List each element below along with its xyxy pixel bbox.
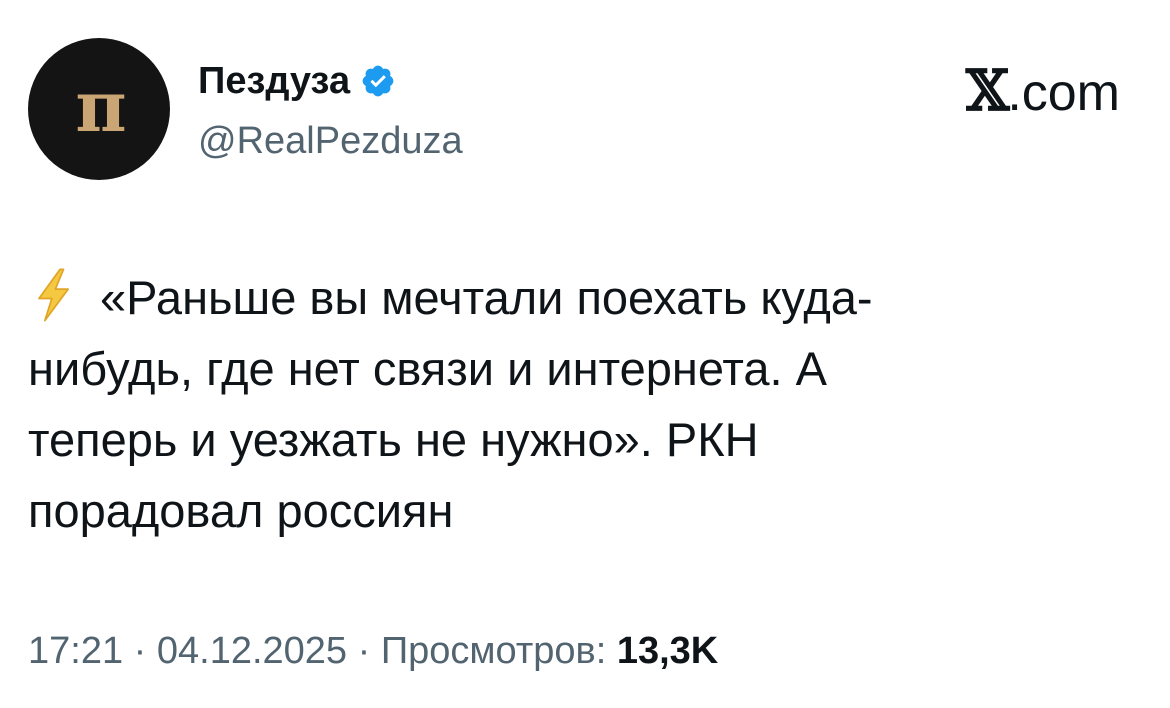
views-count: 13,3K	[616, 630, 719, 672]
avatar-logo: п	[75, 65, 126, 148]
tweet-line-3: теперь и уезжать не нужно». РКН	[28, 413, 759, 466]
tweet-line-1: «Раньше вы мечтали поехать куда-	[28, 262, 1128, 333]
verified-badge-icon	[362, 65, 394, 97]
x-logo-icon: 𝕏	[965, 58, 1009, 124]
brand-domain: .com	[1007, 64, 1120, 122]
avatar[interactable]: п	[28, 38, 170, 180]
display-name-row: Пездуза	[198, 58, 396, 104]
lightning-bolt-icon	[38, 268, 70, 322]
author-handle[interactable]: @RealPezduza	[198, 118, 463, 164]
x-com-brand: 𝕏 .com	[966, 62, 1120, 122]
display-name[interactable]: Пездуза	[198, 58, 350, 104]
tweet-line-4: порадовал россиян	[28, 484, 454, 537]
meta-separator: ·	[123, 630, 157, 672]
views-label: Просмотров:	[380, 630, 607, 672]
tweet-date[interactable]: 04.12.2025	[157, 630, 347, 672]
tweet-line-2: нибудь, где нет связи и интернета. А	[28, 342, 828, 395]
tweet-meta: 17:21 · 04.12.2025 · Просмотров: 13,3K	[28, 626, 718, 676]
tweet-text-line: «Раньше вы мечтали поехать куда-	[100, 271, 873, 324]
tweet-text: «Раньше вы мечтали поехать куда- нибудь,…	[28, 262, 1128, 546]
tweet-time[interactable]: 17:21	[28, 630, 123, 672]
meta-separator: ·	[347, 630, 381, 672]
